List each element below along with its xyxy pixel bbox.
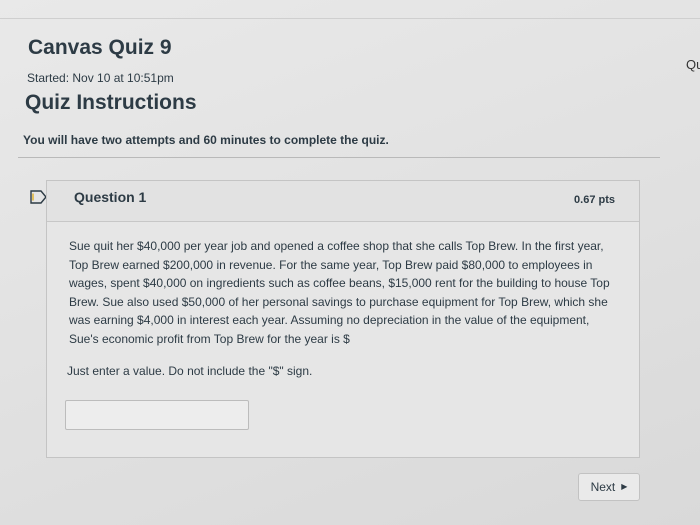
next-button-label: Next <box>590 480 616 494</box>
started-timestamp: Started: Nov 10 at 10:51pm <box>27 71 174 85</box>
page-title: Canvas Quiz 9 <box>28 36 172 59</box>
instructions-heading: Quiz Instructions <box>25 91 197 114</box>
triangle-right-icon: ▶ <box>621 482 628 491</box>
divider <box>18 157 660 158</box>
cut-off-sidebar-text: Qu <box>686 57 700 72</box>
question-text: Sue quit her $40,000 per year job and op… <box>69 239 610 346</box>
top-border <box>0 0 700 19</box>
answer-input[interactable] <box>65 400 249 430</box>
question-card: Question 1 0.67 pts Sue quit her $40,000… <box>46 180 640 458</box>
next-button[interactable]: Next ▶ <box>578 473 640 501</box>
question-header: Question 1 0.67 pts <box>47 181 639 222</box>
question-points: 0.67 pts <box>574 194 615 206</box>
question-title: Question 1 <box>74 189 147 205</box>
question-note: Just enter a value. Do not include the "… <box>67 364 313 378</box>
instructions-text: You will have two attempts and 60 minute… <box>23 133 389 147</box>
